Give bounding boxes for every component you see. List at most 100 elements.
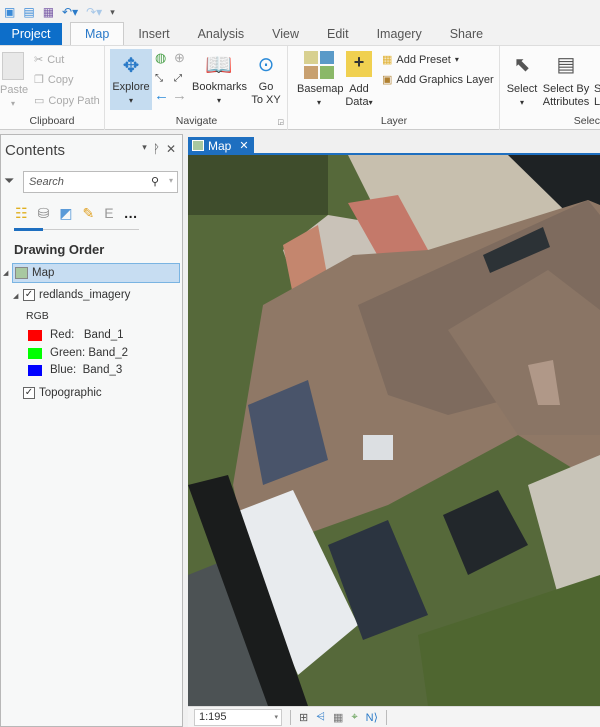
navigation-constraint-icon[interactable]: ⩤ [316, 711, 325, 724]
redo-icon[interactable]: ↷▾ [86, 5, 102, 19]
table-icon: ▤ [556, 54, 576, 76]
chevron-down-icon: ▾ [454, 55, 459, 64]
go-to-xy-button[interactable]: ⊙ Go To XY [251, 51, 281, 107]
add-preset-button[interactable]: ▦ Add Preset ▾ [382, 53, 459, 67]
snapping-icon[interactable]: ⌖ [351, 711, 357, 724]
select-button[interactable]: ⬉ Select ▾ [505, 51, 539, 109]
tab-imagery[interactable]: Imagery [363, 23, 436, 45]
add-graphics-layer-button[interactable]: ▣ Add Graphics Layer [382, 73, 494, 87]
customize-icon[interactable]: ▾ [110, 7, 115, 18]
contents-title: Contents [5, 142, 66, 159]
fixed-zoom-icon[interactable]: ⊞ [299, 711, 308, 724]
grid-icon[interactable]: ▦ [333, 711, 343, 724]
red-swatch [28, 329, 42, 341]
graphics-layer-icon: ▣ [382, 74, 393, 86]
copy-path-button[interactable]: ▭ Copy Path [34, 94, 100, 108]
layer-item-topographic[interactable]: ✓ Topographic [23, 387, 102, 399]
layer-group: Basemap ▾ + Add Data▾ ▦ Add Preset ▾ ▣ Add … [289, 46, 500, 130]
chevron-down-icon: ▾ [274, 713, 278, 721]
chevron-down-icon[interactable]: ▾ [169, 176, 173, 185]
collapse-layer-icon[interactable]: ◢ [13, 292, 18, 300]
tab-map[interactable]: Map [70, 22, 125, 45]
map-icon [15, 267, 28, 279]
fixed-zoom-out-button[interactable]: ⤢ [174, 72, 182, 85]
arrow-left-icon: ← [154, 87, 169, 104]
blue-swatch [28, 364, 42, 376]
zoom-to-selection-button[interactable]: ⊕ [174, 51, 185, 64]
select-by-location-button[interactable]: S L [594, 83, 600, 109]
pane-options-icon[interactable]: ▾ [142, 142, 147, 156]
north-arrow-icon[interactable]: N⟩ [366, 711, 378, 724]
map-canvas[interactable] [188, 155, 600, 706]
add-data-icon: + [346, 51, 372, 77]
navigate-group-label: Navigate [175, 115, 218, 127]
pin-icon[interactable]: ᚹ [153, 142, 160, 156]
divider [385, 709, 387, 725]
map-item[interactable]: Map [12, 263, 180, 283]
list-by-source-icon[interactable]: ⛁ [38, 205, 50, 222]
search-icon[interactable]: ⚲ [151, 175, 159, 188]
list-by-editing-icon[interactable]: ✎ [83, 205, 95, 222]
basemap-visibility-checkbox[interactable]: ✓ [23, 387, 35, 399]
legend-blue: Blue: Band_3 [28, 364, 122, 376]
explore-button[interactable]: ✥ Explore ▾ [110, 49, 152, 110]
layer-group-label: Layer [380, 115, 408, 127]
tab-view[interactable]: View [258, 23, 313, 45]
globe-icon: ◍ [155, 50, 167, 65]
copy-icon: ❐ [34, 74, 44, 86]
paste-icon [2, 52, 24, 80]
map-status-bar: 1:195 ▾ ⊞ ⩤ ▦ ⌖ N⟩ [188, 706, 600, 727]
add-preset-icon: ▦ [382, 54, 393, 66]
layer-item-redlands-imagery[interactable]: ✓ redlands_imagery [23, 289, 130, 301]
list-by-selection-icon[interactable]: ◩ [59, 205, 72, 222]
tab-project[interactable]: Project [0, 23, 62, 45]
bookmarks-button[interactable]: 📖 Bookmarks ▾ [192, 51, 247, 107]
contents-search-input[interactable]: Search ⚲ ▾ [23, 171, 178, 193]
chevron-down-icon: ▾ [10, 99, 15, 108]
legend-green: Green: Band_2 [28, 347, 128, 359]
tab-insert[interactable]: Insert [124, 23, 183, 45]
new-project-icon[interactable]: ▣ [4, 5, 15, 19]
full-extent-button[interactable]: ◍ [155, 51, 166, 64]
paste-button[interactable]: Paste ▾ [0, 52, 28, 110]
more-icon[interactable]: … [124, 205, 138, 221]
next-extent-button[interactable]: → [172, 88, 187, 103]
scale-selector[interactable]: 1:195 ▾ [194, 708, 282, 726]
tab-edit[interactable]: Edit [313, 23, 363, 45]
chevron-down-icon: ▾ [519, 98, 524, 107]
shrubs [188, 155, 328, 215]
save-project-icon[interactable]: ▦ [43, 5, 54, 19]
copy-button[interactable]: ❐ Copy [34, 73, 74, 87]
undo-icon[interactable]: ↶▾ [62, 5, 78, 19]
crosshair-icon: ⊙ [257, 54, 275, 76]
fixed-zoom-in-button[interactable]: ⤡ [155, 72, 163, 85]
copy-path-icon: ▭ [34, 95, 45, 107]
rgb-label: RGB [26, 310, 49, 322]
select-by-attributes-button[interactable]: ▤ Select By Attributes [541, 51, 591, 109]
map-view-tab[interactable]: Map ✕ [188, 137, 254, 154]
contents-view-tabs: ☷ ⛁ ◩ ✎ E … [15, 201, 138, 225]
fixed-zoom-in-icon: ⤡ [155, 73, 163, 84]
section-title: Drawing Order [14, 242, 105, 257]
dialog-launcher-icon[interactable]: ◲ [277, 118, 284, 126]
explore-icon: ✥ [122, 55, 140, 77]
tab-share[interactable]: Share [436, 23, 497, 45]
filter-icon[interactable]: ⏷ [4, 173, 14, 189]
list-by-drawing-order-icon[interactable]: ☷ [15, 205, 28, 222]
close-icon[interactable]: ✕ [166, 142, 176, 156]
tab-analysis[interactable]: Analysis [184, 23, 259, 45]
chevron-down-icon: ▾ [368, 98, 373, 107]
previous-extent-button[interactable]: ← [154, 87, 169, 104]
list-by-snapping-icon[interactable]: E [104, 205, 113, 221]
view-tab-indicator [14, 228, 139, 231]
collapse-map-icon[interactable]: ◢ [3, 269, 8, 277]
selection-group-label: Selec [573, 115, 600, 127]
cut-button[interactable]: ✂ Cut [34, 53, 64, 67]
open-project-icon[interactable]: ▤ [23, 5, 34, 19]
close-tab-icon[interactable]: ✕ [239, 139, 248, 152]
green-swatch [28, 347, 42, 359]
layer-visibility-checkbox[interactable]: ✓ [23, 289, 35, 301]
chevron-down-icon: ▾ [316, 98, 321, 107]
basemap-button[interactable]: Basemap ▾ [297, 51, 343, 109]
add-data-button[interactable]: + Add Data▾ [343, 51, 375, 109]
